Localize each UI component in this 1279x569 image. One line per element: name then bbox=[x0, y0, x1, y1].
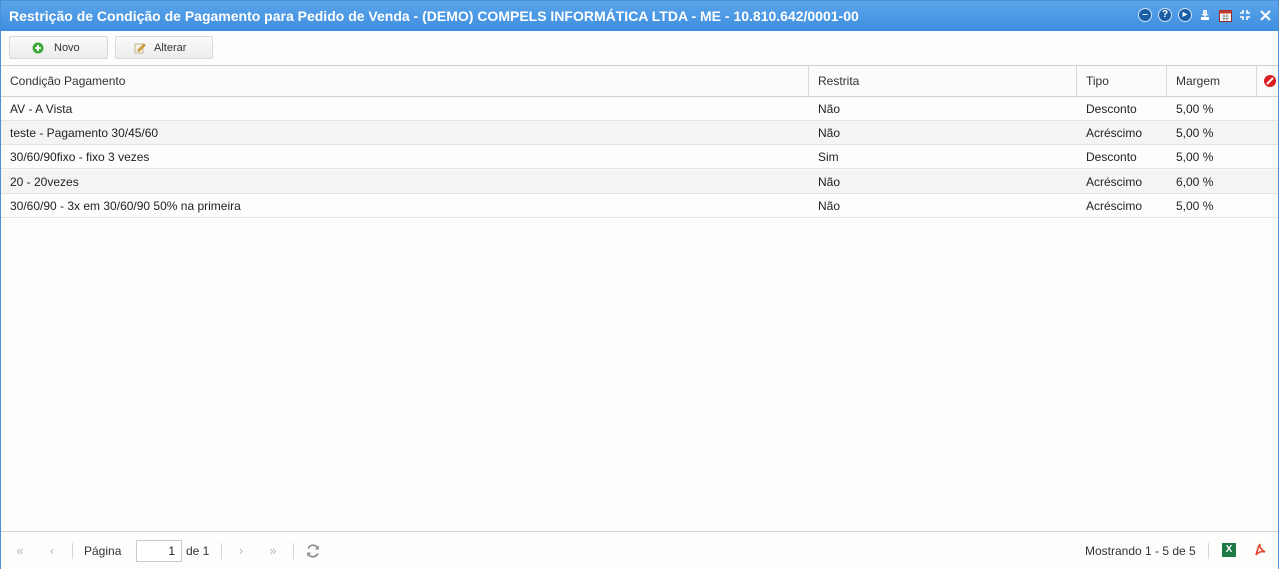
table-row[interactable]: 30/60/90 - 3x em 30/60/90 50% na primeir… bbox=[1, 194, 1278, 218]
payment-condition-grid: Condição Pagamento Restrita Tipo Margem … bbox=[1, 65, 1278, 531]
column-header-restrita[interactable]: Restrita bbox=[809, 66, 1077, 96]
window-title: Restrição de Condição de Pagamento para … bbox=[9, 8, 859, 24]
cell-margem: 5,00 % bbox=[1176, 102, 1214, 116]
page-number-input[interactable] bbox=[136, 540, 182, 562]
close-icon[interactable] bbox=[1258, 8, 1272, 22]
next-page-icon[interactable]: › bbox=[233, 543, 249, 559]
window-titlebar: Restrição de Condição de Pagamento para … bbox=[1, 1, 1278, 31]
cell-margem: 6,00 % bbox=[1176, 175, 1214, 189]
pdf-export-icon[interactable] bbox=[1253, 543, 1267, 557]
last-page-icon[interactable]: » bbox=[265, 543, 281, 559]
table-row[interactable]: 30/60/90fixo - fixo 3 vezes Sim Desconto… bbox=[1, 145, 1278, 169]
previous-page-icon[interactable]: ‹ bbox=[44, 543, 60, 559]
table-row[interactable]: teste - Pagamento 30/45/60 Não Acréscimo… bbox=[1, 121, 1278, 145]
separator bbox=[293, 543, 294, 559]
novo-button[interactable]: Novo bbox=[9, 36, 108, 59]
clear-filter-icon[interactable] bbox=[1263, 74, 1277, 88]
cell-restrita: Não bbox=[818, 199, 841, 213]
table-row[interactable]: 20 - 20vezes Não Acréscimo 6,00 % bbox=[1, 170, 1278, 194]
minimize-icon[interactable]: – bbox=[1138, 8, 1152, 22]
cell-condicao: 30/60/90 - 3x em 30/60/90 50% na primeir… bbox=[10, 199, 241, 213]
cell-margem: 5,00 % bbox=[1176, 126, 1214, 140]
pagination-toolbar: « ‹ Página de 1 › » Mostrando 1 - 5 de 5… bbox=[1, 531, 1278, 569]
cell-margem: 5,00 % bbox=[1176, 199, 1214, 213]
record-count-text: Mostrando 1 - 5 de 5 bbox=[1085, 544, 1196, 558]
next-icon[interactable]: ▸ bbox=[1178, 8, 1192, 22]
column-header-margem[interactable]: Margem bbox=[1167, 66, 1257, 96]
separator bbox=[221, 543, 222, 559]
grid-header: Condição Pagamento Restrita Tipo Margem bbox=[1, 66, 1278, 97]
window-controls: – ? ▸ bbox=[1138, 8, 1272, 22]
collapse-icon[interactable] bbox=[1238, 8, 1252, 22]
column-header-tipo[interactable]: Tipo bbox=[1077, 66, 1167, 96]
page-label: Página bbox=[84, 544, 122, 558]
cell-restrita: Não bbox=[818, 126, 841, 140]
cell-margem: 5,00 % bbox=[1176, 150, 1214, 164]
help-icon[interactable]: ? bbox=[1158, 8, 1172, 22]
download-icon[interactable] bbox=[1198, 8, 1212, 22]
separator bbox=[1208, 543, 1209, 559]
cell-tipo: Desconto bbox=[1086, 150, 1137, 164]
cell-condicao: 20 - 20vezes bbox=[10, 175, 79, 189]
column-header-condicao[interactable]: Condição Pagamento bbox=[1, 66, 809, 96]
cell-condicao: AV - A Vista bbox=[10, 102, 73, 116]
toolbar: Novo Alterar bbox=[1, 31, 1278, 65]
novo-label: Novo bbox=[54, 41, 80, 54]
payment-restriction-window: Restrição de Condição de Pagamento para … bbox=[0, 0, 1279, 569]
cell-restrita: Não bbox=[818, 102, 841, 116]
page-count-label: de 1 bbox=[186, 544, 210, 558]
cell-restrita: Não bbox=[818, 175, 841, 189]
separator bbox=[72, 543, 73, 559]
cell-tipo: Acréscimo bbox=[1086, 175, 1143, 189]
refresh-icon[interactable] bbox=[305, 543, 321, 559]
excel-export-icon[interactable]: X bbox=[1222, 543, 1236, 557]
cell-condicao: 30/60/90fixo - fixo 3 vezes bbox=[10, 150, 150, 164]
cell-tipo: Desconto bbox=[1086, 102, 1137, 116]
cell-tipo: Acréscimo bbox=[1086, 199, 1143, 213]
calendar-icon[interactable] bbox=[1218, 8, 1232, 22]
cell-condicao: teste - Pagamento 30/45/60 bbox=[10, 126, 159, 140]
cell-tipo: Acréscimo bbox=[1086, 126, 1143, 140]
table-row[interactable]: AV - A Vista Não Desconto 5,00 % bbox=[1, 97, 1278, 121]
cell-restrita: Sim bbox=[818, 150, 839, 164]
edit-icon bbox=[134, 43, 146, 54]
add-icon bbox=[32, 42, 44, 54]
alterar-button[interactable]: Alterar bbox=[115, 36, 213, 59]
alterar-label: Alterar bbox=[154, 41, 187, 54]
first-page-icon[interactable]: « bbox=[12, 543, 28, 559]
